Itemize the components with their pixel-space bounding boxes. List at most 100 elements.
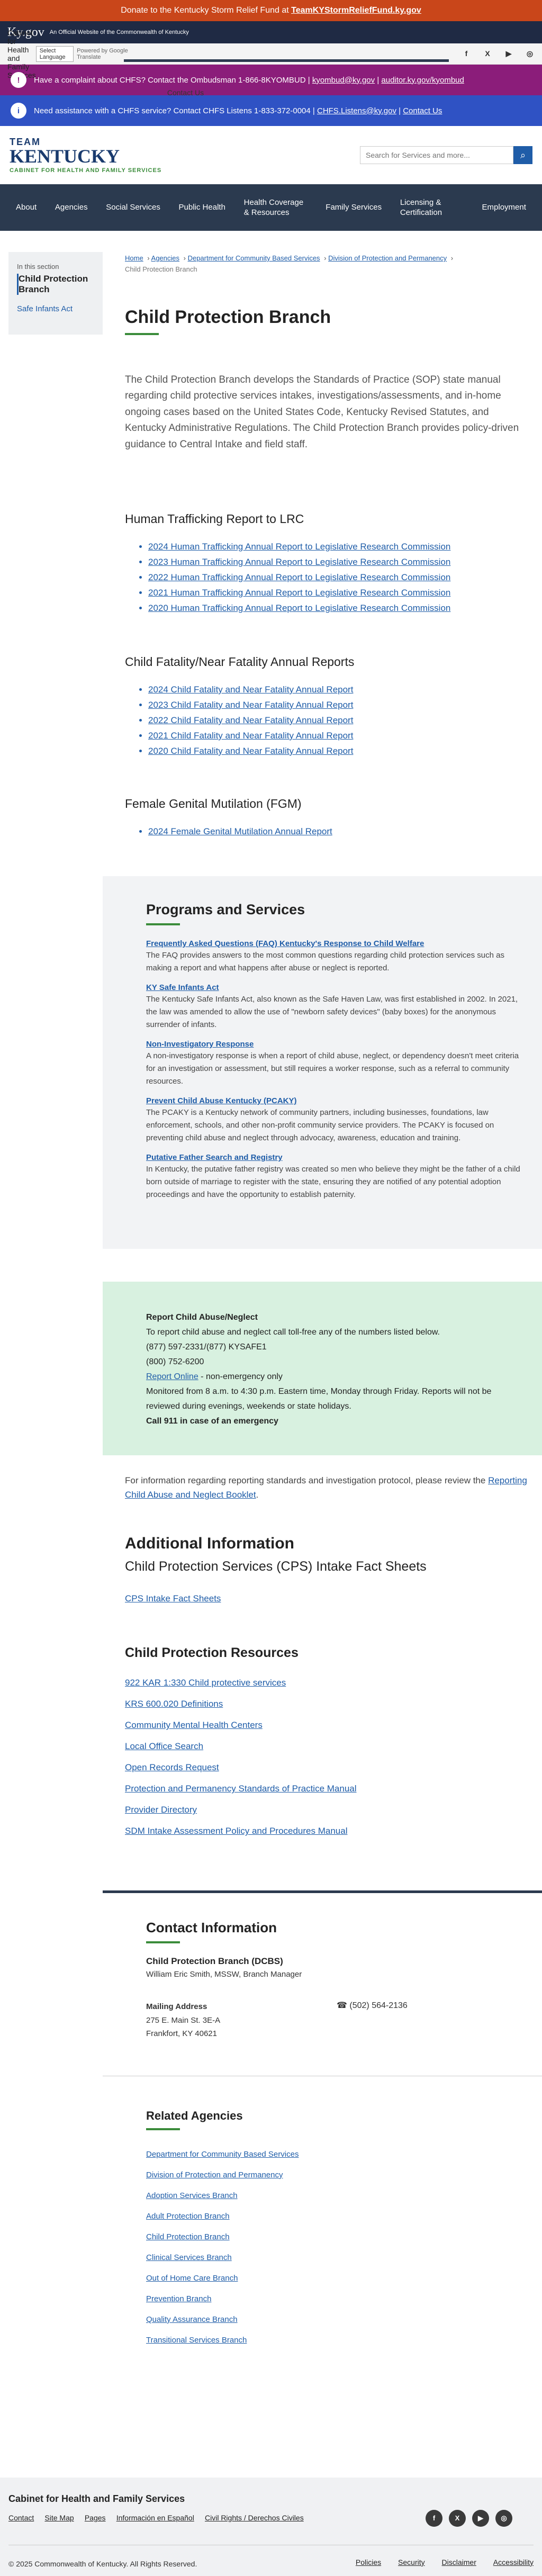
related-quality-link[interactable]: Quality Assurance Branch [146, 2309, 521, 2330]
footer-contact-link[interactable]: Contact [8, 2514, 34, 2522]
program-faq-link[interactable]: Frequently Asked Questions (FAQ) Kentuck… [146, 939, 424, 948]
footer-accessibility-link[interactable]: Accessibility [493, 2558, 534, 2566]
facebook-icon[interactable]: f [462, 49, 471, 58]
trafficking-report-2022[interactable]: 2022 Human Trafficking Annual Report to … [148, 572, 450, 582]
breadcrumb-home[interactable]: Home [125, 254, 143, 262]
footer-sitemap-link[interactable]: Site Map [44, 2514, 74, 2522]
kygov-tagline: An Official Website of the Commonwealth … [49, 29, 189, 35]
related-dpp-link[interactable]: Division of Protection and Permanency [146, 2165, 521, 2185]
search-form: ⌕ [360, 146, 532, 164]
language-select[interactable]: Select Language [35, 46, 74, 62]
trafficking-report-2024[interactable]: 2024 Human Trafficking Annual Report to … [148, 542, 450, 552]
footer-civil-rights-link[interactable]: Civil Rights / Derechos Civiles [205, 2514, 304, 2522]
fgm-report-2024[interactable]: 2024 Female Genital Mutilation Annual Re… [148, 826, 332, 836]
program-safe-infants-link[interactable]: KY Safe Infants Act [146, 983, 219, 992]
fatality-report-2022[interactable]: 2022 Child Fatality and Near Fatality An… [148, 715, 353, 725]
programs-section: Programs and Services Frequently Asked Q… [103, 876, 542, 1249]
nav-health-coverage[interactable]: Health Coverage & Resources [244, 197, 308, 218]
nav-public-health[interactable]: Public Health [179, 202, 225, 213]
footer-disclaimer-link[interactable]: Disclaimer [442, 2558, 476, 2566]
fgm-list: 2024 Female Genital Mutilation Annual Re… [148, 824, 532, 839]
program-description: The Kentucky Safe Infants Act, also know… [146, 994, 518, 1029]
nav-family-services[interactable]: Family Services [326, 202, 382, 213]
nav-agencies[interactable]: Agencies [55, 202, 88, 213]
nav-about[interactable]: About [16, 202, 37, 213]
program-non-investigatory-link[interactable]: Non-Investigatory Response [146, 1040, 254, 1049]
donate-link[interactable]: TeamKYStormReliefFund.ky.gov [291, 6, 421, 15]
resource-sop-manual-link[interactable]: Protection and Permanency Standards of P… [125, 1778, 532, 1799]
footer-agency-name: Cabinet for Health and Family Services [8, 2493, 185, 2504]
trafficking-list: 2024 Human Trafficking Annual Report to … [148, 539, 532, 616]
search-input[interactable] [360, 146, 513, 164]
instagram-icon[interactable]: ◎ [525, 49, 535, 58]
alert-icon: ! [11, 72, 26, 88]
chfs-listens-email-link[interactable]: CHFS.Listens@ky.gov [317, 106, 396, 115]
footer-security-link[interactable]: Security [398, 2558, 425, 2566]
program-description: A non-investigatory response is when a r… [146, 1051, 519, 1086]
resource-mental-health-link[interactable]: Community Mental Health Centers [125, 1715, 532, 1736]
resource-local-office-link[interactable]: Local Office Search [125, 1736, 532, 1757]
top-bar: Cabinet for Health and Family Services S… [0, 29, 542, 97]
fatality-report-2024[interactable]: 2024 Child Fatality and Near Fatality An… [148, 684, 353, 695]
resource-sdm-manual-link[interactable]: SDM Intake Assessment Policy and Procedu… [125, 1821, 532, 1842]
report-online-link[interactable]: Report Online [146, 1372, 198, 1381]
youtube-icon[interactable]: ▶ [504, 49, 513, 58]
related-transitional-link[interactable]: Transitional Services Branch [146, 2330, 521, 2350]
footer-spanish-link[interactable]: Información en Español [116, 2514, 194, 2522]
nav-licensing[interactable]: Licensing & Certification [400, 197, 464, 218]
trafficking-report-2023[interactable]: 2023 Human Trafficking Annual Report to … [148, 557, 450, 567]
resource-922-kar-link[interactable]: 922 KAR 1:330 Child protective services [125, 1672, 532, 1694]
related-out-of-home-link[interactable]: Out of Home Care Branch [146, 2268, 521, 2289]
x-icon[interactable]: X [483, 49, 492, 58]
footer-pages-link[interactable]: Pages [85, 2514, 106, 2522]
breadcrumb-dcbs[interactable]: Department for Community Based Services [188, 254, 320, 262]
nav-social-services[interactable]: Social Services [106, 202, 160, 213]
report-abuse-phone-2: (800) 752-6200 [146, 1357, 204, 1366]
nav-employment[interactable]: Employment [482, 202, 526, 213]
list-item: 2023 Child Fatality and Near Fatality An… [148, 697, 532, 713]
programs-underline [146, 923, 180, 925]
site-header: TEAM KENTUCKY CABINET FOR HEALTH AND FAM… [0, 126, 542, 184]
ombudsman-email-link[interactable]: kyombud@ky.gov [312, 76, 375, 85]
related-clinical-link[interactable]: Clinical Services Branch [146, 2247, 521, 2268]
x-icon[interactable]: X [449, 2509, 466, 2527]
related-dcbs-link[interactable]: Department for Community Based Services [146, 2144, 521, 2165]
breadcrumb-dpp[interactable]: Division of Protection and Permanency [328, 254, 447, 262]
page-title: Child Protection Branch [125, 307, 331, 327]
contact-underline [146, 1941, 180, 1944]
related-child-protection-link[interactable]: Child Protection Branch [146, 2227, 521, 2247]
resource-provider-directory-link[interactable]: Provider Directory [125, 1799, 532, 1821]
facebook-icon[interactable]: f [426, 2509, 442, 2527]
main-nav: About Agencies Social Services Public He… [0, 184, 542, 231]
trafficking-report-2020[interactable]: 2020 Human Trafficking Annual Report to … [148, 603, 450, 613]
fatality-report-2021[interactable]: 2021 Child Fatality and Near Fatality An… [148, 731, 353, 741]
contact-section: Contact Information Child Protection Bra… [103, 1890, 542, 2041]
trafficking-report-2021[interactable]: 2021 Human Trafficking Annual Report to … [148, 588, 450, 598]
footer-policies-link[interactable]: Policies [356, 2558, 381, 2566]
chfs-listens-contact-link[interactable]: Contact Us [403, 106, 442, 115]
title-underline [125, 333, 159, 335]
resources-heading: Child Protection Resources [125, 1645, 299, 1661]
additional-info-heading: Additional Information [125, 1535, 294, 1553]
fatality-report-2023[interactable]: 2023 Child Fatality and Near Fatality An… [148, 700, 353, 710]
ombudsman-text: Have a complaint about CHFS? Contact the… [34, 75, 310, 85]
search-button[interactable]: ⌕ [513, 146, 532, 164]
program-putative-father-link[interactable]: Putative Father Search and Registry [146, 1153, 283, 1162]
resource-krs-definitions-link[interactable]: KRS 600.020 Definitions [125, 1694, 532, 1715]
youtube-icon[interactable]: ▶ [472, 2509, 489, 2527]
contact-phone[interactable]: ☎ (502) 564-2136 [337, 2000, 408, 2041]
section-sidebar: In this section Child Protection Branch … [8, 231, 103, 2388]
sidebar-item-safe-infants-act[interactable]: Safe Infants Act [17, 304, 73, 313]
related-adult-protection-link[interactable]: Adult Protection Branch [146, 2206, 521, 2227]
agency-name[interactable]: Cabinet for Health and Family Services [7, 29, 36, 79]
instagram-icon[interactable]: ◎ [495, 2509, 512, 2527]
program-pcaky-link[interactable]: Prevent Child Abuse Kentucky (PCAKY) [146, 1096, 297, 1105]
cps-fact-sheets-link[interactable]: CPS Intake Fact Sheets [125, 1593, 532, 1604]
team-kentucky-logo[interactable]: TEAM KENTUCKY CABINET FOR HEALTH AND FAM… [10, 137, 161, 174]
breadcrumb-agencies[interactable]: Agencies [151, 254, 179, 262]
related-prevention-link[interactable]: Prevention Branch [146, 2289, 521, 2309]
fatality-report-2020[interactable]: 2020 Child Fatality and Near Fatality An… [148, 746, 353, 756]
related-adoption-link[interactable]: Adoption Services Branch [146, 2185, 521, 2206]
resource-open-records-link[interactable]: Open Records Request [125, 1757, 532, 1778]
ombudsman-site-link[interactable]: auditor.ky.gov/kyombud [381, 76, 464, 85]
